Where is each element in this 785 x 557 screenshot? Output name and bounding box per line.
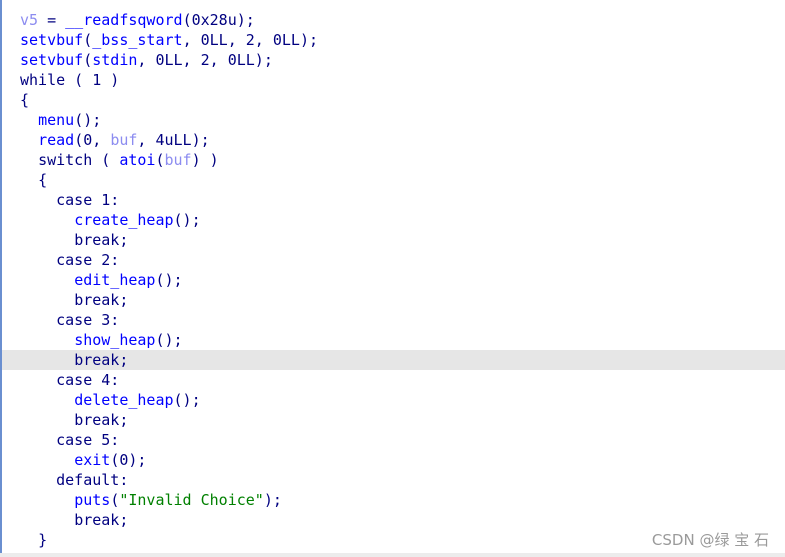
code-token-fn[interactable]: __readfsqword [65, 11, 182, 29]
code-token-kw: break; [74, 411, 129, 429]
code-token-kw: default: [56, 471, 129, 489]
code-token-var[interactable]: buf [110, 131, 137, 149]
code-token-str: "Invalid Choice" [119, 491, 264, 509]
code-token-p: , 0LL, 2, 0LL); [137, 51, 273, 69]
code-token-p: ( [110, 491, 120, 509]
code-line[interactable]: break; [20, 290, 785, 310]
code-token-kw: break; [74, 291, 129, 309]
code-token-kw: switch ( [38, 151, 120, 169]
code-line[interactable]: case 1: [20, 190, 785, 210]
code-line[interactable]: { [20, 90, 785, 110]
code-token-fn[interactable]: edit_heap [74, 271, 155, 289]
code-token-var[interactable]: v5 [20, 11, 38, 29]
code-line[interactable]: case 4: [20, 370, 785, 390]
code-line[interactable]: edit_heap(); [20, 270, 785, 290]
code-line[interactable]: puts("Invalid Choice"); [20, 490, 785, 510]
code-token-p: (); [155, 331, 183, 349]
pseudocode-view[interactable]: v5 = __readfsqword(0x28u); setvbuf(_bss_s… [0, 0, 785, 553]
code-token-kw: break; [74, 231, 129, 249]
code-token-p: { [38, 171, 48, 189]
code-token-p: (0x28u); [182, 11, 255, 29]
code-line[interactable]: { [20, 170, 785, 190]
watermark: CSDN @绿 宝 石 [651, 531, 769, 549]
code-line[interactable]: read(0, buf, 4uLL); [20, 130, 785, 150]
code-token-fn[interactable]: setvbuf [20, 31, 83, 49]
code-line[interactable]: case 2: [20, 250, 785, 270]
code-token-p: ); [263, 491, 282, 509]
code-token-p: (); [173, 391, 201, 409]
code-token-kw: case 1: [56, 191, 120, 209]
code-line[interactable]: break; [20, 230, 785, 250]
code-token-p: , 0LL, 2, 0LL); [182, 31, 319, 49]
code-token-fn[interactable]: create_heap [74, 211, 173, 229]
code-line[interactable]: break; [20, 510, 785, 530]
code-token-p: , 4uLL); [137, 131, 210, 149]
code-token-kw: while ( 1 ) [20, 71, 120, 89]
code-token-kw: break; [74, 511, 129, 529]
code-line[interactable]: switch ( atoi(buf) ) [20, 150, 785, 170]
code-token-fn[interactable]: setvbuf [20, 51, 83, 69]
horizontal-scrollbar[interactable] [0, 553, 785, 557]
code-token-fn[interactable]: stdin [92, 51, 137, 69]
code-token-p: } [38, 531, 48, 549]
code-token-p: (0, [74, 131, 111, 149]
code-line[interactable]: case 3: [20, 310, 785, 330]
code-line[interactable]: break; [20, 410, 785, 430]
code-line[interactable]: break; [2, 350, 785, 370]
code-token-p: ( [155, 151, 165, 169]
code-token-fn[interactable]: read [38, 131, 74, 149]
code-token-kw: case 3: [56, 311, 120, 329]
code-token-fn[interactable]: puts [74, 491, 110, 509]
code-token-fn[interactable]: delete_heap [74, 391, 173, 409]
code-line[interactable]: delete_heap(); [20, 390, 785, 410]
code-token-fn[interactable]: _bss_start [92, 31, 182, 49]
code-token-p: (); [155, 271, 183, 289]
code-token-p: ( [83, 51, 93, 69]
code-token-p: = [38, 11, 66, 29]
code-line[interactable]: exit(0); [20, 450, 785, 470]
code-line[interactable]: setvbuf(_bss_start, 0LL, 2, 0LL); [20, 30, 785, 50]
code-line[interactable]: default: [20, 470, 785, 490]
code-line[interactable]: while ( 1 ) [20, 70, 785, 90]
code-token-p: (); [74, 111, 102, 129]
code-token-fn[interactable]: atoi [119, 151, 155, 169]
code-line[interactable]: menu(); [20, 110, 785, 130]
code-token-p: ( [83, 31, 93, 49]
code-token-fn[interactable]: exit [74, 451, 110, 469]
code-token-kw: case 2: [56, 251, 120, 269]
code-token-p: { [20, 91, 30, 109]
code-token-kw: case 4: [56, 371, 120, 389]
code-token-p: (); [173, 211, 201, 229]
code-token-fn[interactable]: menu [38, 111, 74, 129]
code-line[interactable]: create_heap(); [20, 210, 785, 230]
code-line[interactable]: v5 = __readfsqword(0x28u); [20, 10, 785, 30]
code-line[interactable]: show_heap(); [20, 330, 785, 350]
code-lines: v5 = __readfsqword(0x28u); setvbuf(_bss_s… [2, 10, 785, 550]
code-token-var[interactable]: buf [165, 151, 192, 169]
code-line[interactable]: setvbuf(stdin, 0LL, 2, 0LL); [20, 50, 785, 70]
code-token-kw: break; [74, 351, 129, 369]
code-token-p: (0); [110, 451, 147, 469]
code-token-fn[interactable]: show_heap [74, 331, 155, 349]
code-line[interactable]: case 5: [20, 430, 785, 450]
code-token-kw: case 5: [56, 431, 120, 449]
code-token-p: ) ) [191, 151, 219, 169]
